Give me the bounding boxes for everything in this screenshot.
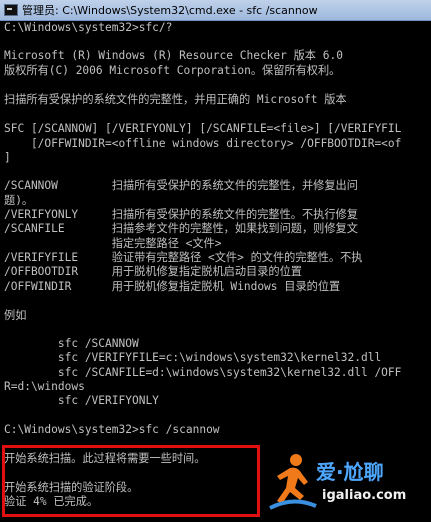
console-line: /VERIFYONLY 扫描所有受保护的系统文件的完整性。不执行修复	[4, 208, 358, 221]
title-bar[interactable]: 管理员: C:\Windows\System32\cmd.exe - sfc /…	[0, 0, 431, 21]
console-line: [/OFFWINDIR=<offline windows directory> …	[4, 137, 402, 150]
console-line: Microsoft (R) Windows (R) Resource Check…	[4, 49, 343, 62]
console-line: /OFFBOOTDIR 用于脱机修复指定脱机启动目录的位置	[4, 265, 302, 278]
console-line: /VERIFYFILE 验证带有完整路径 <文件> 的文件的完整性。不执	[4, 251, 363, 264]
console-line: 版权所有(C) 2006 Microsoft Corporation。保留所有权…	[4, 64, 341, 77]
console-line: /OFFWINDIR 用于脱机修复指定脱机 Windows 目录的位置	[4, 280, 341, 293]
window-title: 管理员: C:\Windows\System32\cmd.exe - sfc /…	[22, 4, 318, 17]
watermark-text: 爱·尬聊	[316, 460, 384, 484]
console-line: sfc /SCANNOW	[4, 337, 139, 350]
console-line: ]	[4, 151, 11, 164]
console-line: /SCANFILE 扫描参考文件的完整性，如果找到问题，则修复文	[4, 222, 358, 235]
console-line: /SCANNOW 扫描所有受保护的系统文件的完整性，并修复出问	[4, 179, 358, 192]
console-line: 例如	[4, 309, 27, 322]
runner-figure-icon	[269, 454, 317, 510]
highlight-box	[2, 445, 260, 517]
console-line: SFC [/SCANNOW] [/VERIFYONLY] [/SCANFILE=…	[4, 122, 402, 135]
console-line: 题)。	[4, 194, 34, 207]
console-line: sfc /SCANFILE=d:\windows\system32\kernel…	[4, 366, 402, 379]
console-line: C:\Windows\system32>sfc/?	[4, 21, 173, 34]
console-line: sfc /VERIFYONLY	[4, 394, 159, 407]
watermark-logo: 爱·尬聊 igaliao.com	[268, 452, 428, 517]
console-line: 指定完整路径 <文件>	[4, 237, 222, 250]
watermark-url: igaliao.com	[322, 488, 407, 503]
console-line: 扫描所有受保护的系统文件的完整性，并用正确的 Microsoft 版本	[4, 93, 347, 106]
console-line: C:\Windows\system32>sfc /scannow	[4, 423, 220, 436]
cmd-icon[interactable]	[4, 4, 18, 16]
cmd-window: 管理员: C:\Windows\System32\cmd.exe - sfc /…	[0, 0, 431, 522]
console-line: sfc /VERIFYFILE=c:\windows\system32\kern…	[4, 351, 382, 364]
console-line: R=d:\windows	[4, 380, 85, 393]
